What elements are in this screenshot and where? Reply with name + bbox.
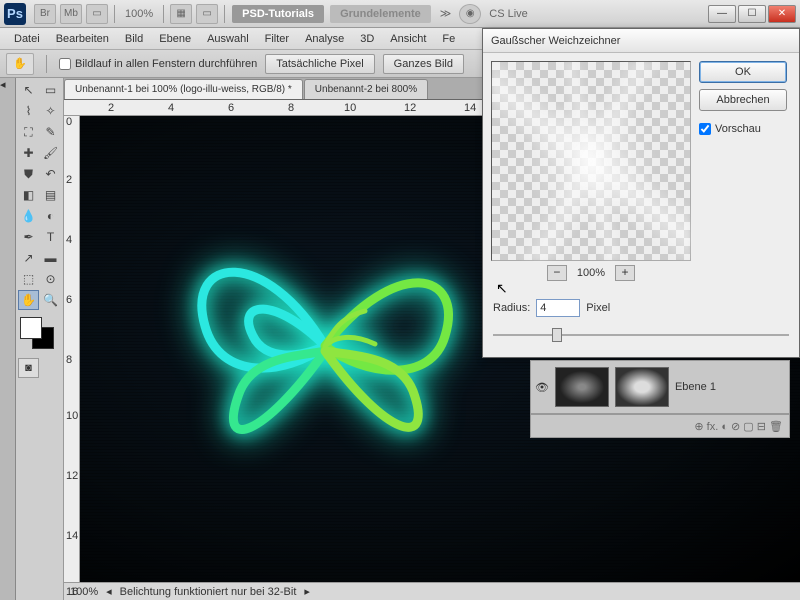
cslive-icon[interactable]: ◉ — [459, 4, 481, 24]
dialog-title: Gaußscher Weichzeichner — [483, 29, 799, 53]
screen-mode-icon[interactable]: ▭ — [86, 4, 108, 24]
scroll-all-checkbox[interactable]: Bildlauf in allen Fenstern durchführen — [59, 58, 257, 70]
move-tool[interactable]: ↖ — [18, 80, 39, 100]
zoom-level[interactable]: 100% — [119, 8, 159, 20]
preview-checkbox[interactable]: Vorschau — [699, 123, 787, 135]
window-close[interactable]: ✕ — [768, 5, 796, 23]
menu-auswahl[interactable]: Auswahl — [199, 33, 257, 45]
menu-3d[interactable]: 3D — [352, 33, 382, 45]
titlebar: Ps Br Mb ▭ 100% ▦ ▭ PSD-Tutorials Grunde… — [0, 0, 800, 28]
visibility-icon[interactable]: 👁 — [535, 381, 549, 394]
app-logo: Ps — [4, 3, 26, 25]
color-swatches[interactable] — [18, 317, 60, 351]
cancel-button[interactable]: Abbrechen — [699, 89, 787, 111]
menu-analyse[interactable]: Analyse — [297, 33, 352, 45]
layer-row[interactable]: 👁 Ebene 1 — [530, 360, 790, 414]
type-tool[interactable]: T — [40, 227, 61, 247]
toolbox: ↖ ▭ ⌇ ✧ ⛶ ✎ ✚ 🖌 ⛊ ↶ ◧ ▤ 💧 ◐ ✒ T ↗ ▬ ⬚ ⊙ … — [16, 78, 64, 600]
menu-bearbeiten[interactable]: Bearbeiten — [48, 33, 117, 45]
preview-zoom: 100% — [577, 267, 605, 279]
history-brush-tool[interactable]: ↶ — [40, 164, 61, 184]
radius-slider[interactable] — [493, 327, 789, 343]
cslive-label[interactable]: CS Live — [483, 8, 534, 20]
layers-footer[interactable]: ⊕ fx. ◐ ⊘ ▢ ⊟ 🗑 — [530, 414, 790, 438]
zoom-out-button[interactable]: − — [547, 265, 567, 281]
3d-tool[interactable]: ⬚ — [18, 269, 39, 289]
radius-label: Radius: — [493, 302, 530, 314]
doc-tab-1[interactable]: Unbenannt-1 bei 100% (logo-illu-weiss, R… — [64, 79, 303, 99]
blur-preview[interactable] — [491, 61, 691, 261]
radius-unit: Pixel — [586, 302, 610, 314]
foreground-swatch[interactable] — [20, 317, 42, 339]
bridge-icon[interactable]: Br — [34, 4, 56, 24]
brush-tool[interactable]: 🖌 — [40, 143, 61, 163]
layer-name[interactable]: Ebene 1 — [675, 381, 716, 393]
window-minimize[interactable]: — — [708, 5, 736, 23]
blur-tool[interactable]: 💧 — [18, 206, 39, 226]
hand-tool[interactable]: ✋ — [18, 290, 39, 310]
shape-tool[interactable]: ▬ — [40, 248, 61, 268]
menu-datei[interactable]: Datei — [6, 33, 48, 45]
workspace-more[interactable]: ≫ — [434, 7, 458, 20]
wand-tool[interactable]: ✧ — [40, 101, 61, 121]
menu-ebene[interactable]: Ebene — [151, 33, 199, 45]
menu-ansicht[interactable]: Ansicht — [382, 33, 434, 45]
ruler-vertical: 0246810121416 — [64, 116, 80, 582]
path-tool[interactable]: ↗ — [18, 248, 39, 268]
menu-fenster[interactable]: Fe — [434, 33, 463, 45]
gradient-tool[interactable]: ▤ — [40, 185, 61, 205]
crop-tool[interactable]: ⛶ — [18, 122, 39, 142]
quickmask-toggle[interactable]: ◙ — [18, 358, 39, 378]
workspace-psd-tutorials[interactable]: PSD-Tutorials — [232, 5, 324, 23]
doc-tab-2[interactable]: Unbenannt-2 bei 800% — [304, 79, 428, 99]
arrange-icon[interactable]: ▦ — [170, 4, 192, 24]
left-dock[interactable]: ◂ — [0, 78, 16, 600]
scroll-all-label: Bildlauf in allen Fenstern durchführen — [75, 58, 257, 70]
actual-pixels-button[interactable]: Tatsächliche Pixel — [265, 54, 374, 74]
hand-tool-icon[interactable]: ✋ — [6, 53, 34, 75]
artwork-butterfly — [135, 186, 515, 548]
mask-thumb[interactable] — [615, 367, 669, 407]
window-maximize[interactable]: ☐ — [738, 5, 766, 23]
zoom-tool[interactable]: 🔍 — [40, 290, 61, 310]
eraser-tool[interactable]: ◧ — [18, 185, 39, 205]
camera-tool[interactable]: ⊙ — [40, 269, 61, 289]
stamp-tool[interactable]: ⛊ — [18, 164, 39, 184]
marquee-tool[interactable]: ▭ — [40, 80, 61, 100]
status-message: Belichtung funktioniert nur bei 32-Bit — [120, 586, 297, 598]
minibridge-icon[interactable]: Mb — [60, 4, 82, 24]
lasso-tool[interactable]: ⌇ — [18, 101, 39, 121]
zoom-in-button[interactable]: + — [615, 265, 635, 281]
screen-icon[interactable]: ▭ — [196, 4, 218, 24]
dodge-tool[interactable]: ◐ — [40, 206, 61, 226]
eyedropper-tool[interactable]: ✎ — [40, 122, 61, 142]
fit-screen-button[interactable]: Ganzes Bild — [383, 54, 464, 74]
preview-checkbox-label: Vorschau — [715, 123, 761, 135]
statusbar: 100% ◂ Belichtung funktioniert nur bei 3… — [64, 582, 800, 600]
menu-filter[interactable]: Filter — [257, 33, 297, 45]
layer-thumb[interactable] — [555, 367, 609, 407]
workspace-grundelemente[interactable]: Grundelemente — [330, 5, 431, 23]
pen-tool[interactable]: ✒ — [18, 227, 39, 247]
gaussian-blur-dialog: Gaußscher Weichzeichner − 100% + OK Abbr… — [482, 28, 800, 358]
ok-button[interactable]: OK — [699, 61, 787, 83]
radius-input[interactable] — [536, 299, 580, 317]
menu-bild[interactable]: Bild — [117, 33, 151, 45]
healing-tool[interactable]: ✚ — [18, 143, 39, 163]
